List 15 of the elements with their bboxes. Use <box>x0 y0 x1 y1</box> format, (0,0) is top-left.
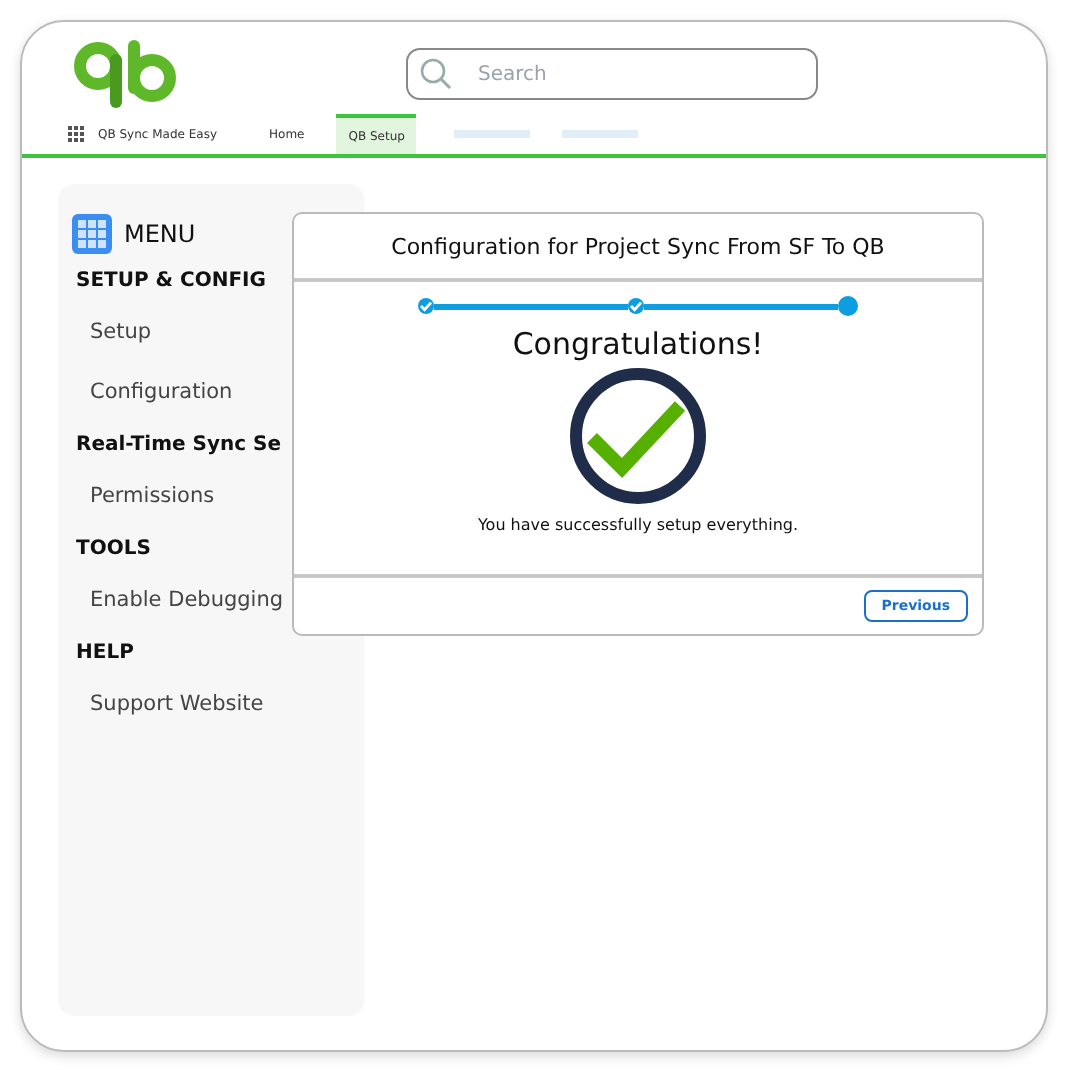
dialog-title: Configuration for Project Sync From SF To QB <box>294 214 982 282</box>
section-heading: HELP <box>76 642 136 664</box>
check-circle-icon <box>568 366 708 506</box>
search-field[interactable]: Search <box>406 48 818 100</box>
section-heading: Real-Time Sync Se <box>76 434 284 456</box>
search-icon <box>418 56 454 92</box>
apps-icon[interactable] <box>68 126 84 142</box>
logo-icon <box>72 38 180 110</box>
success-heading: Congratulations! <box>512 326 764 362</box>
menu-item[interactable]: Support Website <box>90 692 364 716</box>
grid-icon <box>72 214 112 254</box>
success-message: You have successfully setup everything. <box>477 516 799 534</box>
menu-title: MENU <box>124 220 196 248</box>
section-heading: SETUP & CONFIG <box>76 270 268 292</box>
section-heading: TOOLS <box>76 538 153 560</box>
